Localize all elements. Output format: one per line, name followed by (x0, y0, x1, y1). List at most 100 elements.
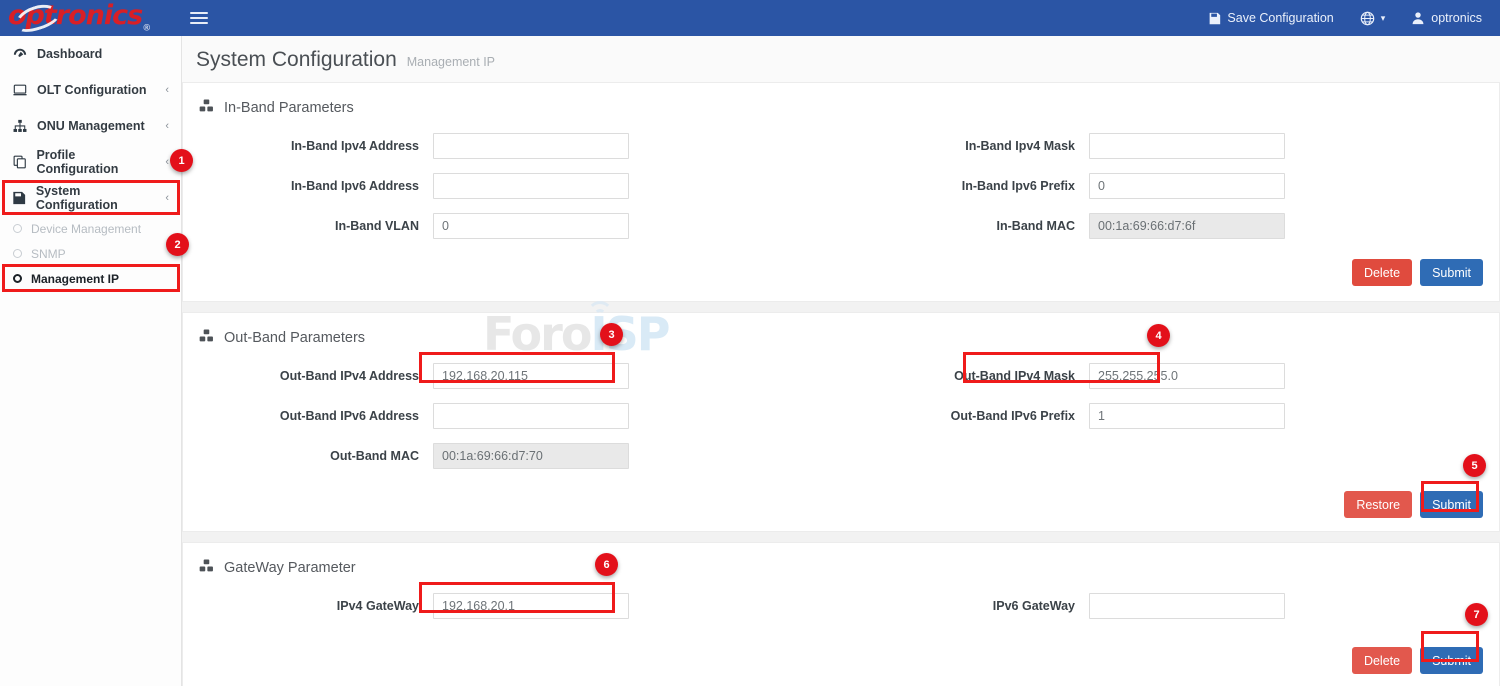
sidebar-item-snmp[interactable]: SNMP (0, 241, 181, 266)
brand-name: optronics (8, 0, 142, 31)
user-name-label: optronics (1431, 11, 1482, 25)
out-band-ipv6-prefix-label: Out-Band IPv6 Prefix (841, 409, 1089, 423)
main-content: System Configuration Management IP In-Ba… (182, 36, 1500, 686)
in-band-ipv4-address-input[interactable] (433, 133, 629, 159)
gateway-row: IPv4 GateWay IPv6 GateWay (197, 593, 1485, 619)
dashboard-icon (12, 47, 28, 61)
out-band-ipv4-mask-label: Out-Band IPv4 Mask (841, 369, 1089, 383)
in-band-vlan-input[interactable] (433, 213, 629, 239)
in-band-ipv6-address-field: In-Band Ipv6 Address (197, 173, 841, 199)
in-band-mac-label: In-Band MAC (841, 219, 1089, 233)
gateway-button-bar: Delete Submit (197, 647, 1485, 674)
in-band-delete-button[interactable]: Delete (1352, 259, 1412, 286)
out-band-ipv4-mask-input[interactable] (1089, 363, 1285, 389)
circle-bullet-icon (13, 274, 22, 283)
cubes-icon (199, 559, 215, 577)
out-band-submit-button[interactable]: Submit (1420, 491, 1483, 518)
sidebar-item-label: OLT Configuration (37, 83, 146, 97)
brand-logo-text: optronics® (8, 2, 150, 33)
out-band-mac-label: Out-Band MAC (197, 449, 433, 463)
hamburger-bar (190, 17, 208, 19)
wifi-arc-inner-icon (594, 309, 606, 321)
gateway-submit-button[interactable]: Submit (1420, 647, 1483, 674)
in-band-ipv6-prefix-field: In-Band Ipv6 Prefix (841, 173, 1485, 199)
sidebar-item-label: System Configuration (36, 184, 156, 212)
annotation-badge-3: 3 (600, 323, 623, 346)
in-band-ipv6-prefix-input[interactable] (1089, 173, 1285, 199)
out-band-ipv6-prefix-input[interactable] (1089, 403, 1285, 429)
sidebar-subitem-label: SNMP (31, 247, 66, 261)
in-band-ipv4-mask-input[interactable] (1089, 133, 1285, 159)
brand-logo-area[interactable]: optronics® (0, 0, 182, 36)
page-title: System Configuration (196, 48, 397, 72)
annotation-badge-2: 2 (166, 233, 189, 256)
page-subtitle: Management IP (407, 55, 495, 72)
out-band-ipv6-address-input[interactable] (433, 403, 629, 429)
chevron-left-icon: ‹ (165, 156, 169, 168)
in-band-button-bar: Delete Submit (197, 259, 1485, 286)
in-band-row-ipv4: In-Band Ipv4 Address In-Band Ipv4 Mask (197, 133, 1485, 159)
out-band-ipv6-prefix-field: Out-Band IPv6 Prefix (841, 403, 1485, 429)
sidebar-item-system-configuration[interactable]: System Configuration ‹ (0, 180, 181, 216)
chevron-left-icon: ‹ (165, 120, 169, 132)
in-band-ipv6-address-input[interactable] (433, 173, 629, 199)
sidebar-item-profile-configuration[interactable]: Profile Configuration ‹ (0, 144, 181, 180)
in-band-ipv4-address-field: In-Band Ipv4 Address (197, 133, 841, 159)
circle-bullet-icon (13, 224, 22, 233)
in-band-row-ipv6: In-Band Ipv6 Address In-Band Ipv6 Prefix (197, 173, 1485, 199)
out-band-ipv6-address-field: Out-Band IPv6 Address (197, 403, 841, 429)
chevron-left-icon: ‹ (165, 84, 169, 96)
circle-bullet-icon (13, 249, 22, 258)
in-band-vlan-field: In-Band VLAN (197, 213, 841, 239)
sidebar-navigation: Dashboard OLT Configuration ‹ ONU Manage… (0, 36, 182, 686)
in-band-ipv4-mask-label: In-Band Ipv4 Mask (841, 139, 1089, 153)
annotation-badge-1: 1 (170, 149, 193, 172)
language-selector[interactable]: ▾ (1360, 11, 1386, 26)
annotation-badge-7: 7 (1465, 603, 1488, 626)
in-band-row-vlan-mac: In-Band VLAN In-Band MAC (197, 213, 1485, 239)
in-band-submit-button[interactable]: Submit (1420, 259, 1483, 286)
ipv6-gateway-field: IPv6 GateWay (841, 593, 1485, 619)
out-band-row-mac: Out-Band MAC (197, 443, 1485, 469)
hamburger-bar (190, 22, 208, 24)
in-band-ipv4-mask-field: In-Band Ipv4 Mask (841, 133, 1485, 159)
copy-icon (12, 155, 27, 169)
in-band-vlan-label: In-Band VLAN (197, 219, 433, 233)
out-band-ipv6-address-label: Out-Band IPv6 Address (197, 409, 433, 423)
out-band-ipv4-address-input[interactable] (433, 363, 629, 389)
annotation-badge-6: 6 (595, 553, 618, 576)
save-configuration-button[interactable]: Save Configuration (1208, 11, 1333, 25)
out-band-restore-button[interactable]: Restore (1344, 491, 1412, 518)
in-band-section-header: In-Band Parameters (199, 99, 1485, 117)
registered-mark-icon: ® (142, 24, 150, 34)
out-band-row-ipv4: Out-Band IPv4 Address Out-Band IPv4 Mask (197, 363, 1485, 389)
globe-icon (1360, 11, 1375, 26)
chevron-down-icon: ▾ (1381, 13, 1386, 24)
sidebar-item-dashboard[interactable]: Dashboard (0, 36, 181, 72)
user-menu[interactable]: optronics (1411, 11, 1482, 25)
sidebar-item-management-ip[interactable]: Management IP (0, 266, 181, 291)
out-band-section-title: Out-Band Parameters (224, 330, 365, 346)
hamburger-icon[interactable] (190, 5, 216, 31)
out-band-parameters-card: ForoISP Out-Band Parameters Out-Band IPv… (182, 312, 1500, 532)
ipv4-gateway-input[interactable] (433, 593, 629, 619)
sidebar-item-onu-management[interactable]: ONU Management ‹ (0, 108, 181, 144)
in-band-ipv4-address-label: In-Band Ipv4 Address (197, 139, 433, 153)
gateway-delete-button[interactable]: Delete (1352, 647, 1412, 674)
page-header: System Configuration Management IP (182, 36, 1500, 83)
out-band-section-header: Out-Band Parameters (199, 329, 1485, 347)
annotation-badge-5: 5 (1463, 454, 1486, 477)
sidebar-subitem-label: Device Management (31, 222, 141, 236)
cubes-icon (199, 329, 215, 347)
in-band-ipv6-prefix-label: In-Band Ipv6 Prefix (841, 179, 1089, 193)
sidebar-item-device-management[interactable]: Device Management (0, 216, 181, 241)
sidebar-item-label: Dashboard (37, 47, 102, 61)
ipv4-gateway-field: IPv4 GateWay (197, 593, 841, 619)
sidebar-item-olt-configuration[interactable]: OLT Configuration ‹ (0, 72, 181, 108)
out-band-ipv4-address-field: Out-Band IPv4 Address (197, 363, 841, 389)
ipv6-gateway-input[interactable] (1089, 593, 1285, 619)
sitemap-icon (12, 119, 28, 133)
in-band-section-title: In-Band Parameters (224, 100, 354, 116)
hamburger-bar (190, 12, 208, 14)
monitor-icon (12, 83, 28, 97)
